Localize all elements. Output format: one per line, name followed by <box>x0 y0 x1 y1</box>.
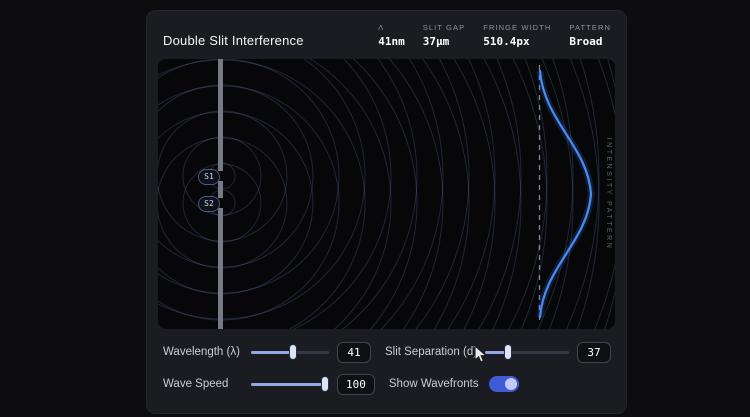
wavelength-value[interactable]: 41 <box>337 342 371 363</box>
stat-slit-gap-value: 37μm <box>423 35 465 48</box>
card-header: Double Slit Interference Λ 41nm SLIT GAP… <box>146 10 627 59</box>
wave-speed-slider-fill <box>251 383 325 387</box>
mouse-cursor <box>473 345 491 365</box>
stat-lambda: Λ 41nm <box>378 23 405 48</box>
wave-speed-label: Wave Speed <box>163 378 251 390</box>
slit-separation-label: Slit Separation (d) <box>385 346 485 358</box>
wavelength-label: Wavelength (λ) <box>163 346 251 358</box>
controls-row-1: Wavelength (λ) 41 Slit Separation (d) 37 <box>163 341 611 363</box>
stat-fringe-width-label: FRINGE WIDTH <box>483 23 551 32</box>
wavelength-slider-fill <box>251 351 293 355</box>
simulation-card: Double Slit Interference Λ 41nm SLIT GAP… <box>146 10 627 414</box>
stat-fringe-width-value: 510.4px <box>483 35 551 48</box>
controls-row-2: Wave Speed 100 Show Wavefronts <box>163 373 611 395</box>
slit-separation-slider-thumb[interactable] <box>505 345 511 359</box>
slit-separation-slider[interactable] <box>485 345 569 359</box>
slit-label-s1: S1 <box>198 169 220 185</box>
stat-slit-gap-label: SLIT GAP <box>423 23 465 32</box>
intensity-pattern-axis-label: INTENSITY PATTERN <box>605 138 612 251</box>
wavelength-slider[interactable] <box>251 345 329 359</box>
slit-separation-value[interactable]: 37 <box>577 342 611 363</box>
show-wavefronts-label: Show Wavefronts <box>389 378 479 390</box>
wave-speed-slider[interactable] <box>251 377 329 391</box>
wave-speed-value[interactable]: 100 <box>337 374 375 395</box>
stat-lambda-value: 41nm <box>378 35 405 48</box>
slit-barrier <box>218 59 223 329</box>
intensity-curve-glow <box>540 71 591 317</box>
stat-fringe-width: FRINGE WIDTH 510.4px <box>483 23 551 48</box>
simulation-canvas[interactable]: S1 S2 INTENSITY PATTERN <box>158 59 615 329</box>
wavelength-slider-thumb[interactable] <box>290 345 296 359</box>
wave-speed-slider-thumb[interactable] <box>322 377 328 391</box>
stat-pattern-value: Broad <box>569 35 611 48</box>
stats-bar: Λ 41nm SLIT GAP 37μm FRINGE WIDTH 510.4p… <box>378 23 611 48</box>
page-title: Double Slit Interference <box>163 33 304 48</box>
stat-lambda-label: Λ <box>378 23 405 32</box>
slit-label-s2: S2 <box>198 196 220 212</box>
show-wavefronts-toggle[interactable] <box>489 376 519 392</box>
controls-panel: Wavelength (λ) 41 Slit Separation (d) 37… <box>146 329 627 395</box>
stat-slit-gap: SLIT GAP 37μm <box>423 23 465 48</box>
toggle-knob <box>505 378 517 390</box>
stat-pattern-label: PATTERN <box>569 23 611 32</box>
stat-pattern: PATTERN Broad <box>569 23 611 48</box>
